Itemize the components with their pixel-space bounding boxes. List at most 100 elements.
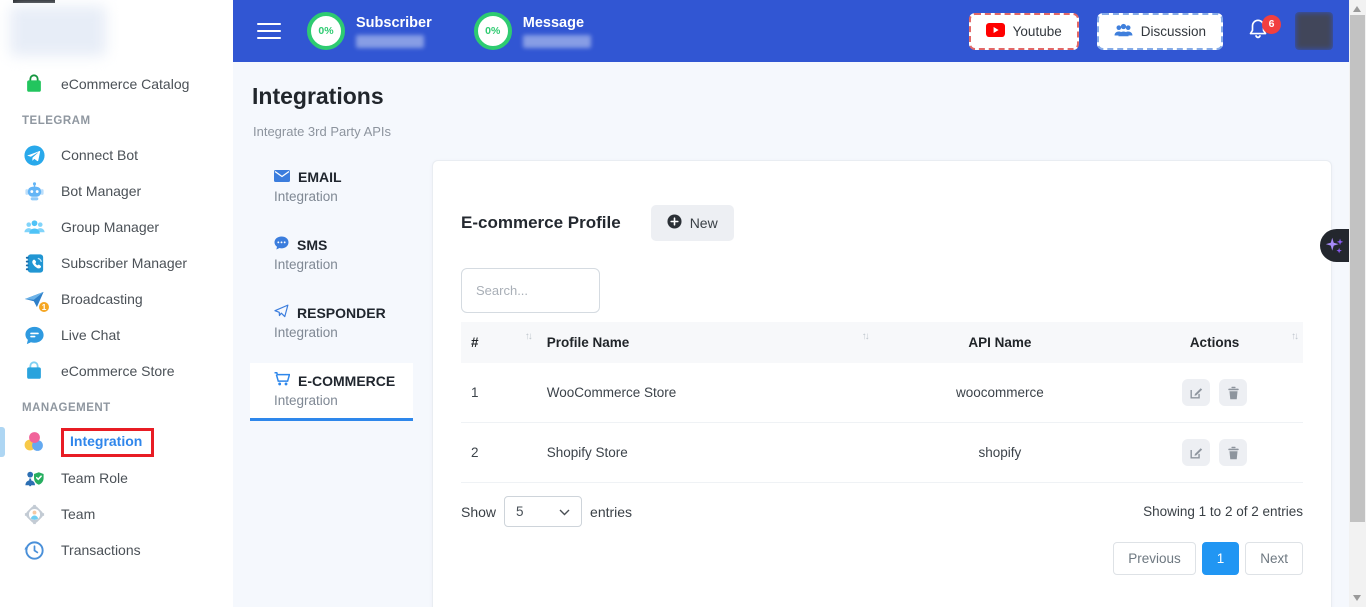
message-stat-value-blurred: [523, 35, 591, 48]
edit-button[interactable]: [1182, 439, 1210, 466]
edit-button[interactable]: [1182, 379, 1210, 406]
current-page-button[interactable]: 1: [1202, 542, 1240, 575]
column-header-api-name[interactable]: API Name: [874, 322, 1127, 363]
chat-bubble-icon: [22, 323, 46, 347]
page-title: Integrations: [252, 83, 384, 110]
subscriber-progress-circle: 0%: [307, 12, 345, 50]
scrollbar-up-arrow[interactable]: [1353, 6, 1361, 12]
subscriber-stat-label: Subscriber: [356, 15, 432, 31]
sidebar-item-group-manager[interactable]: Group Manager: [0, 209, 233, 245]
history-clock-icon: [22, 538, 46, 562]
sidebar-item-ecommerce-store[interactable]: eCommerce Store: [0, 353, 233, 389]
message-progress-circle: 0%: [474, 12, 512, 50]
sidebar-item-subscriber-manager[interactable]: Subscriber Manager: [0, 245, 233, 281]
column-header-actions[interactable]: Actions↑↓: [1126, 322, 1303, 363]
sidebar-item-live-chat[interactable]: Live Chat: [0, 317, 233, 353]
sidebar-item-integration[interactable]: Integration: [0, 424, 233, 460]
youtube-button[interactable]: Youtube: [969, 13, 1079, 50]
next-page-button[interactable]: Next: [1245, 542, 1303, 575]
ecommerce-profile-card: E-commerce Profile New #↑↓ Profile Name↑…: [432, 160, 1332, 607]
scrollbar-thumb[interactable]: [1350, 15, 1365, 522]
sidebar-item-label: Group Manager: [61, 219, 159, 235]
page-size-select[interactable]: 5: [504, 496, 582, 527]
sidebar-section-telegram: TELEGRAM: [0, 105, 233, 137]
tab-ecommerce-integration[interactable]: E-COMMERCE Integration: [250, 363, 413, 421]
table-row: 2 Shopify Store shopify: [461, 423, 1303, 483]
notification-count-badge: 6: [1262, 15, 1281, 34]
notification-bell-icon[interactable]: 6: [1247, 17, 1269, 46]
responder-plane-icon: [274, 304, 289, 321]
sidebar-item-team-role[interactable]: Team Role: [0, 460, 233, 496]
discussion-button-label: Discussion: [1141, 24, 1206, 39]
sidebar-item-connect-bot[interactable]: Connect Bot: [0, 137, 233, 173]
api-name-cell: woocommerce: [874, 363, 1127, 423]
column-header-profile-name[interactable]: Profile Name↑↓: [537, 322, 874, 363]
sidebar-item-label: eCommerce Store: [61, 363, 175, 379]
table-row: 1 WooCommerce Store woocommerce: [461, 363, 1303, 423]
chevron-down-icon: [559, 504, 570, 519]
row-number: 2: [461, 423, 537, 483]
previous-page-button[interactable]: Previous: [1113, 542, 1196, 575]
sparkles-icon: [1324, 235, 1346, 257]
subscriber-stat: 0% Subscriber: [307, 12, 432, 50]
sort-icon: ↑↓: [862, 331, 868, 342]
sidebar-item-label: Integration: [70, 433, 142, 449]
tab-title: EMAIL: [298, 169, 342, 185]
sidebar-item-broadcasting[interactable]: 1 Broadcasting: [0, 281, 233, 317]
tab-email-integration[interactable]: EMAIL Integration: [250, 160, 413, 214]
sort-icon: ↑↓: [1291, 331, 1297, 342]
youtube-icon: [986, 23, 1005, 40]
sidebar-item-label: eCommerce Catalog: [61, 76, 189, 92]
profile-name-cell: WooCommerce Store: [537, 363, 874, 423]
shopping-bag-green-icon: [22, 72, 46, 96]
sidebar-item-label: Broadcasting: [61, 291, 143, 307]
search-input[interactable]: [461, 268, 600, 313]
sidebar-item-bot-manager[interactable]: Bot Manager: [0, 173, 233, 209]
discussion-button[interactable]: Discussion: [1097, 13, 1223, 50]
sidebar-item-label: Bot Manager: [61, 183, 141, 199]
new-button-label: New: [690, 215, 718, 231]
hamburger-menu-icon[interactable]: [257, 18, 281, 44]
message-stat: 0% Message: [474, 12, 591, 50]
main-content: Integrations Integrate 3rd Party APIs EM…: [233, 62, 1349, 607]
new-profile-button[interactable]: New: [651, 205, 734, 241]
tab-title: E-COMMERCE: [298, 373, 395, 389]
sidebar-item-team[interactable]: Team: [0, 496, 233, 532]
plus-circle-icon: [667, 214, 682, 232]
tab-sms-integration[interactable]: SMS Integration: [250, 227, 413, 282]
delete-button[interactable]: [1219, 439, 1247, 466]
sidebar-item-transactions[interactable]: Transactions: [0, 532, 233, 568]
annotation-highlight: Integration: [61, 428, 154, 457]
tab-responder-integration[interactable]: RESPONDER Integration: [250, 295, 413, 350]
youtube-button-label: Youtube: [1013, 24, 1062, 39]
robot-icon: [22, 179, 46, 203]
sidebar-item-label: Subscriber Manager: [61, 255, 187, 271]
page-size-value: 5: [516, 504, 524, 519]
sidebar-item-label: Transactions: [61, 542, 141, 558]
broadcast-plane-icon: 1: [22, 287, 46, 311]
gear-person-icon: [22, 502, 46, 526]
telegram-icon: [22, 143, 46, 167]
api-name-cell: shopify: [874, 423, 1127, 483]
user-avatar[interactable]: [1295, 12, 1333, 50]
sidebar-item-ecommerce-catalog[interactable]: eCommerce Catalog: [0, 66, 233, 102]
email-icon: [274, 169, 290, 185]
message-stat-label: Message: [523, 15, 591, 31]
sidebar-item-label: Live Chat: [61, 327, 120, 343]
integration-subnav: EMAIL Integration SMS Integration RESPON…: [250, 160, 413, 421]
tab-subtitle: Integration: [274, 393, 405, 408]
sidebar-section-management: MANAGEMENT: [0, 392, 233, 424]
discussion-users-icon: [1114, 23, 1133, 40]
ai-assistant-fab[interactable]: [1320, 229, 1349, 262]
person-shield-icon: [22, 466, 46, 490]
app-logo-blurred: [10, 6, 106, 56]
scrollbar-down-arrow[interactable]: [1353, 595, 1361, 601]
delete-button[interactable]: [1219, 379, 1247, 406]
sort-icon: ↑↓: [525, 331, 531, 342]
tab-subtitle: Integration: [274, 325, 405, 340]
contact-book-phone-icon: [22, 251, 46, 275]
show-label: Show: [461, 504, 496, 520]
row-number: 1: [461, 363, 537, 423]
column-header-num[interactable]: #↑↓: [461, 322, 537, 363]
panel-title: E-commerce Profile: [461, 213, 621, 233]
